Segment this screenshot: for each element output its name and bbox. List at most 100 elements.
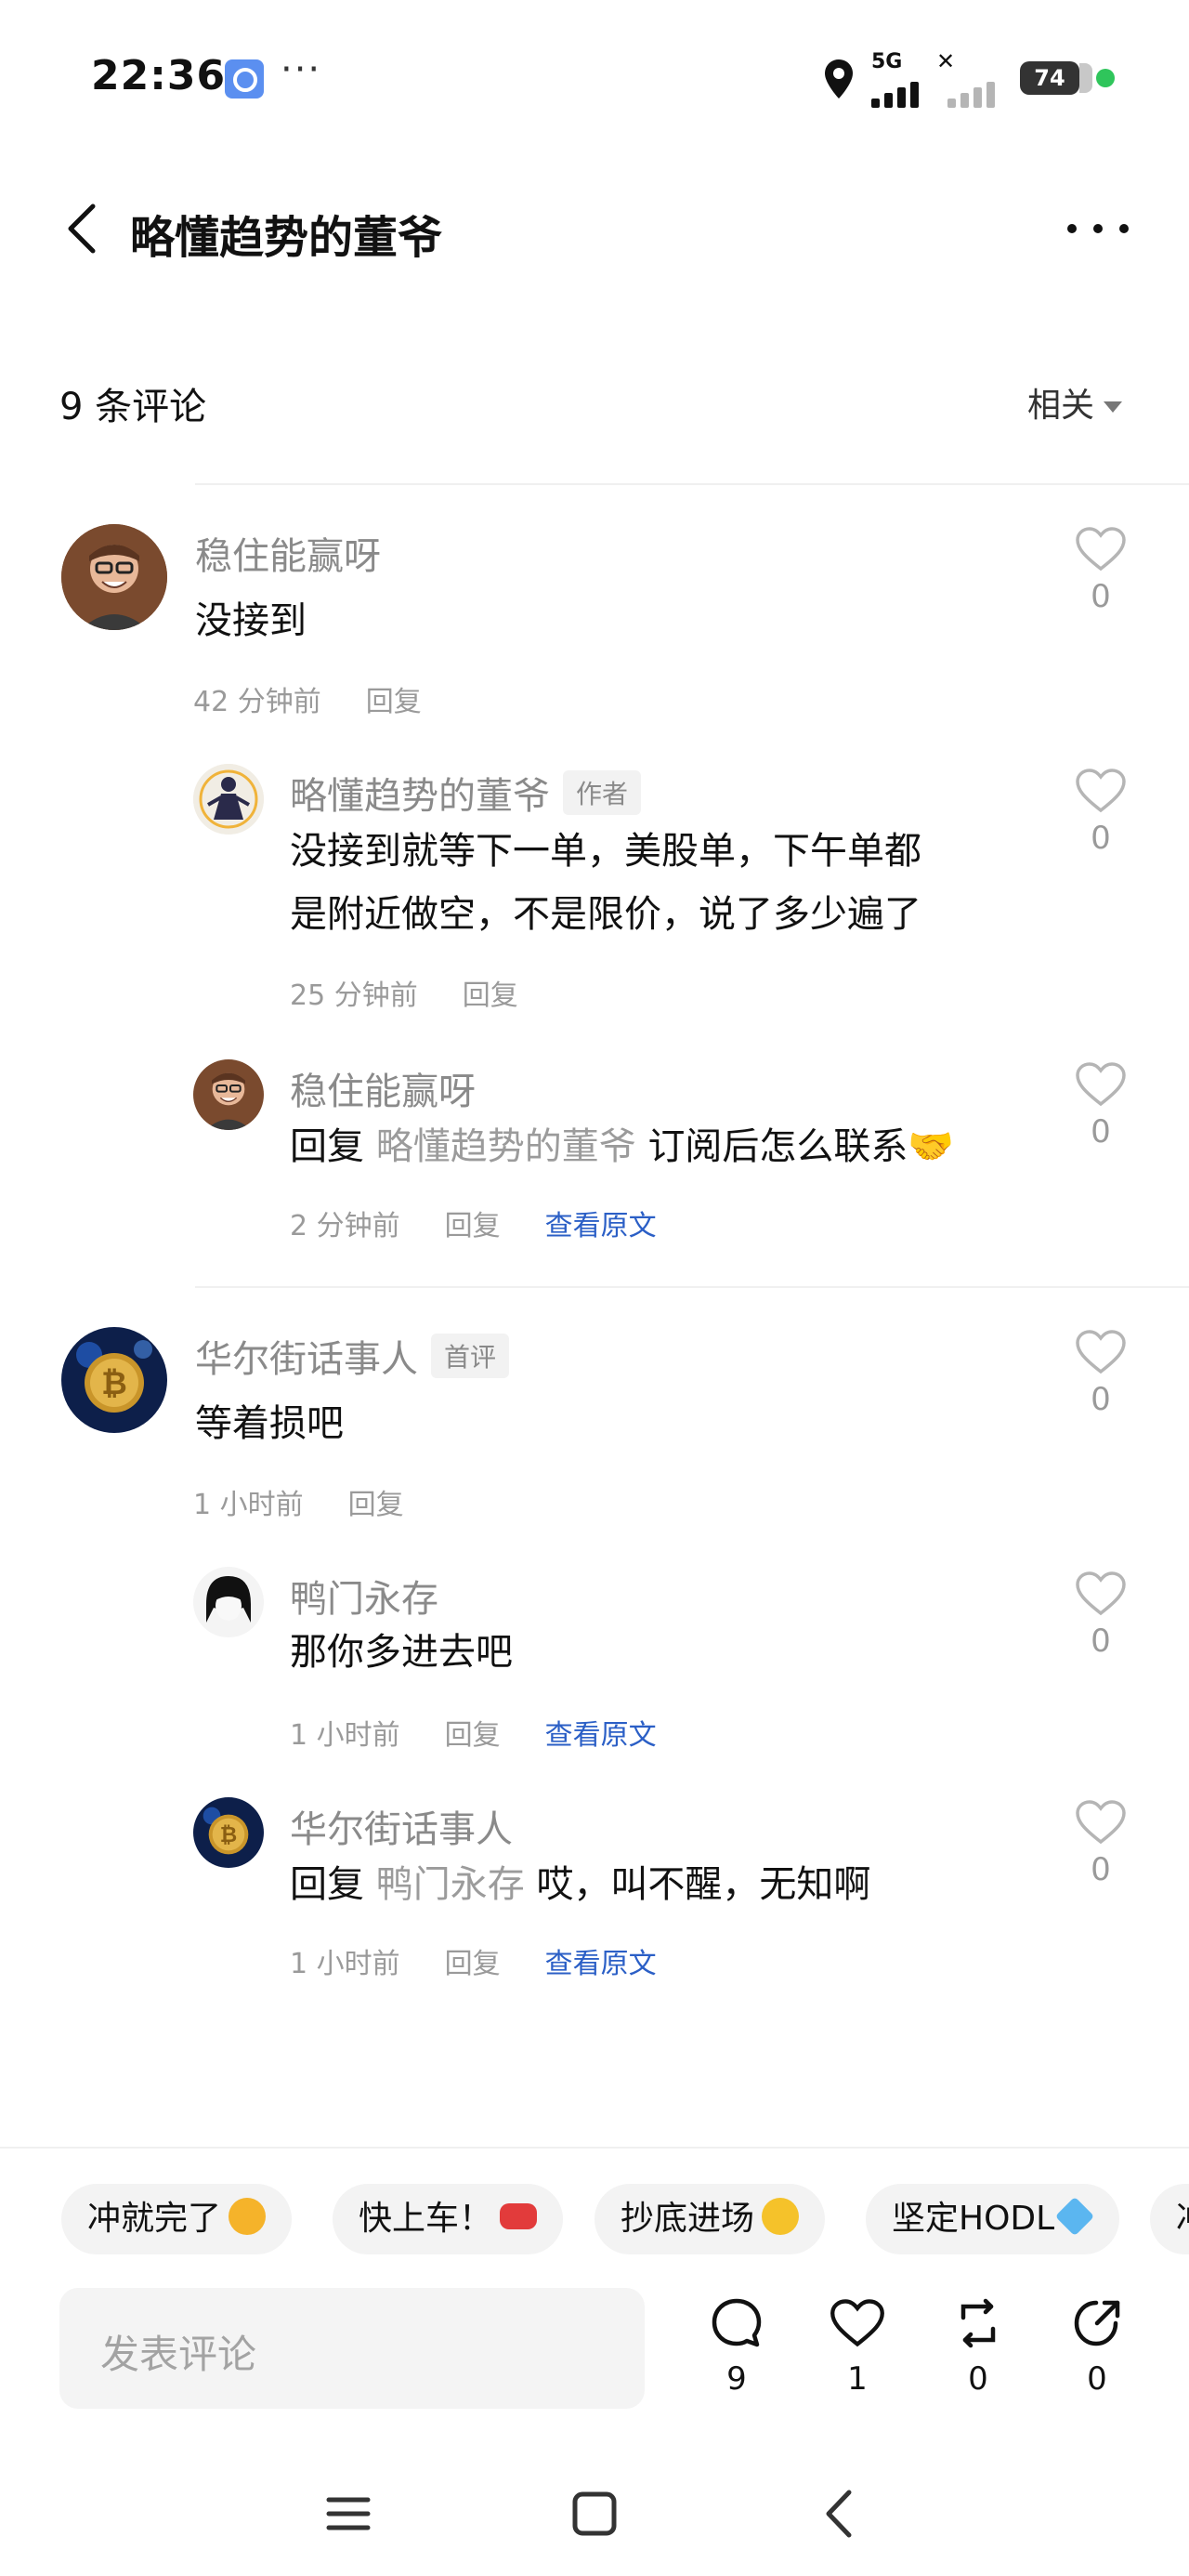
status-bar: 22:36 ··· 5G ✕ 74: [0, 0, 1189, 158]
reply-time: 25 分钟前: [290, 979, 418, 1012]
avatar[interactable]: ₿: [193, 1797, 264, 1868]
reply-author[interactable]: 华尔街话事人: [290, 1799, 513, 1853]
reply-text-line1: 没接到就等下一单，美股单，下午单都: [290, 830, 921, 873]
share-count-value: 0: [1087, 2360, 1107, 2398]
quick-reply-chip[interactable]: 冲: [1150, 2184, 1189, 2254]
repost-action[interactable]: 0: [936, 2295, 1020, 2398]
signal2-icon: [947, 71, 1003, 108]
like-button[interactable]: 0: [1068, 1329, 1133, 1440]
back-nav-icon[interactable]: [808, 2481, 873, 2546]
view-original-link[interactable]: 查看原文: [545, 1210, 657, 1242]
like-count: 0: [1091, 1851, 1111, 1888]
reply-author[interactable]: 鸭门永存: [290, 1569, 438, 1623]
mention-link[interactable]: 鸭门永存: [376, 1863, 525, 1906]
first-comment-badge: 首评: [431, 1334, 510, 1378]
reply-meta: 1 小时前 回复 查看原文: [290, 1940, 701, 1981]
heart-icon: [1076, 1571, 1126, 1616]
reply-button[interactable]: 回复: [348, 1489, 404, 1521]
view-original-link[interactable]: 查看原文: [545, 1719, 657, 1752]
repost-count-value: 0: [968, 2360, 988, 2398]
home-icon[interactable]: [562, 2481, 627, 2546]
mention-link[interactable]: 略懂趋势的董爷: [376, 1125, 636, 1168]
reply-author[interactable]: 稳住能赢呀: [290, 1061, 476, 1115]
divider: [0, 2147, 1189, 2149]
more-options-icon[interactable]: [1061, 201, 1135, 256]
comment-author[interactable]: 华尔街话事人 首评: [195, 1329, 510, 1383]
reply-prefix: 回复: [290, 1125, 364, 1168]
share-icon: [1074, 2300, 1120, 2346]
car-emoji-icon: [500, 2203, 538, 2229]
like-count: 0: [1091, 1381, 1111, 1418]
back-icon[interactable]: [58, 199, 110, 258]
location-icon: [825, 59, 853, 99]
reply-button[interactable]: 回复: [463, 979, 518, 1012]
repost-icon: [960, 2298, 996, 2348]
comment-input[interactable]: 发表评论: [59, 2288, 645, 2409]
chip-label: 坚定HODL: [892, 2200, 1055, 2238]
like-button[interactable]: 0: [1068, 1061, 1133, 1173]
top-header: 略懂趋势的董爷: [0, 177, 1189, 279]
reply-text: 回复 鸭门永存 哎，叫不醒，无知啊: [290, 1853, 870, 1916]
comment-input-placeholder: 发表评论: [100, 2332, 257, 2377]
reply-body: 哎，叫不醒，无知啊: [536, 1863, 871, 1906]
status-more-icon: ···: [281, 48, 322, 91]
share-action[interactable]: 0: [1055, 2295, 1139, 2398]
view-original-link[interactable]: 查看原文: [545, 1948, 657, 1980]
reply-button[interactable]: 回复: [445, 1210, 501, 1242]
avatar[interactable]: ₿: [61, 1327, 167, 1433]
status-time: 22:36: [91, 52, 227, 99]
signal-icon: [871, 71, 927, 108]
avatar[interactable]: [61, 524, 167, 630]
reply-time: 1 小时前: [290, 1719, 400, 1752]
reply-text: 那你多进去吧: [290, 1631, 513, 1674]
quick-reply-chip[interactable]: 快上车！: [333, 2184, 564, 2254]
sunglasses-emoji-icon: [762, 2198, 800, 2235]
quick-reply-chip[interactable]: 坚定HODL: [866, 2184, 1120, 2254]
avatar[interactable]: [193, 1567, 264, 1637]
comment-icon: [712, 2298, 762, 2347]
heart-icon: [1076, 1330, 1126, 1374]
author-badge: 作者: [563, 770, 642, 815]
app-notification-icon: [225, 59, 264, 99]
heart-icon: [1076, 1800, 1126, 1845]
comment-meta: 42 分钟前 回复: [193, 678, 466, 719]
like-button[interactable]: 0: [1068, 1571, 1133, 1682]
comment-text: 等着损吧: [195, 1402, 344, 1445]
reply-meta: 1 小时前 回复 查看原文: [290, 1712, 701, 1753]
reply-button[interactable]: 回复: [366, 686, 422, 718]
comment-text: 没接到: [195, 599, 307, 642]
chip-label: 冲: [1176, 2200, 1189, 2238]
quick-reply-bar: 冲就完了 快上车！ 抄底进场 坚定HODL 冲: [0, 2184, 1189, 2258]
reply-author[interactable]: 略懂趋势的董爷 作者: [290, 766, 642, 820]
quick-reply-chip[interactable]: 抄底进场: [594, 2184, 826, 2254]
comment-count-value: 9: [726, 2360, 747, 2398]
comment-time: 1 小时前: [193, 1489, 304, 1521]
status-dot: [1096, 69, 1115, 87]
reply-button[interactable]: 回复: [445, 1719, 501, 1752]
reply-text-line2: 是附近做空，不是限价，说了多少遍了: [290, 893, 921, 936]
like-count: 0: [1091, 820, 1111, 857]
reply-button[interactable]: 回复: [445, 1948, 501, 1980]
diamond-emoji-icon: [1054, 2196, 1095, 2237]
like-action[interactable]: 1: [816, 2295, 899, 2398]
sort-dropdown[interactable]: 相关: [1027, 378, 1122, 427]
like-button[interactable]: 0: [1068, 768, 1133, 879]
chip-label: 冲就完了: [87, 2200, 222, 2238]
divider: [195, 483, 1189, 485]
avatar[interactable]: [193, 1059, 264, 1130]
quick-reply-chip[interactable]: 冲就完了: [61, 2184, 293, 2254]
svg-text:₿: ₿: [220, 1823, 237, 1847]
menu-icon[interactable]: [316, 2481, 381, 2546]
like-button[interactable]: 0: [1068, 1799, 1133, 1911]
heart-icon: [1076, 1062, 1126, 1107]
avatar[interactable]: [193, 764, 264, 835]
comments-header: 9 条评论 相关: [0, 367, 1189, 441]
comment-author-name: 华尔街话事人: [195, 1338, 418, 1381]
comment-author[interactable]: 稳住能赢呀: [195, 526, 381, 580]
comment-action[interactable]: 9: [695, 2295, 778, 2398]
battery-icon: 74: [1020, 61, 1092, 95]
comment-meta: 1 小时前 回复: [193, 1481, 449, 1522]
page-title: 略懂趋势的董爷: [130, 212, 443, 264]
like-button[interactable]: 0: [1068, 526, 1133, 637]
svg-text:₿: ₿: [101, 1365, 127, 1402]
